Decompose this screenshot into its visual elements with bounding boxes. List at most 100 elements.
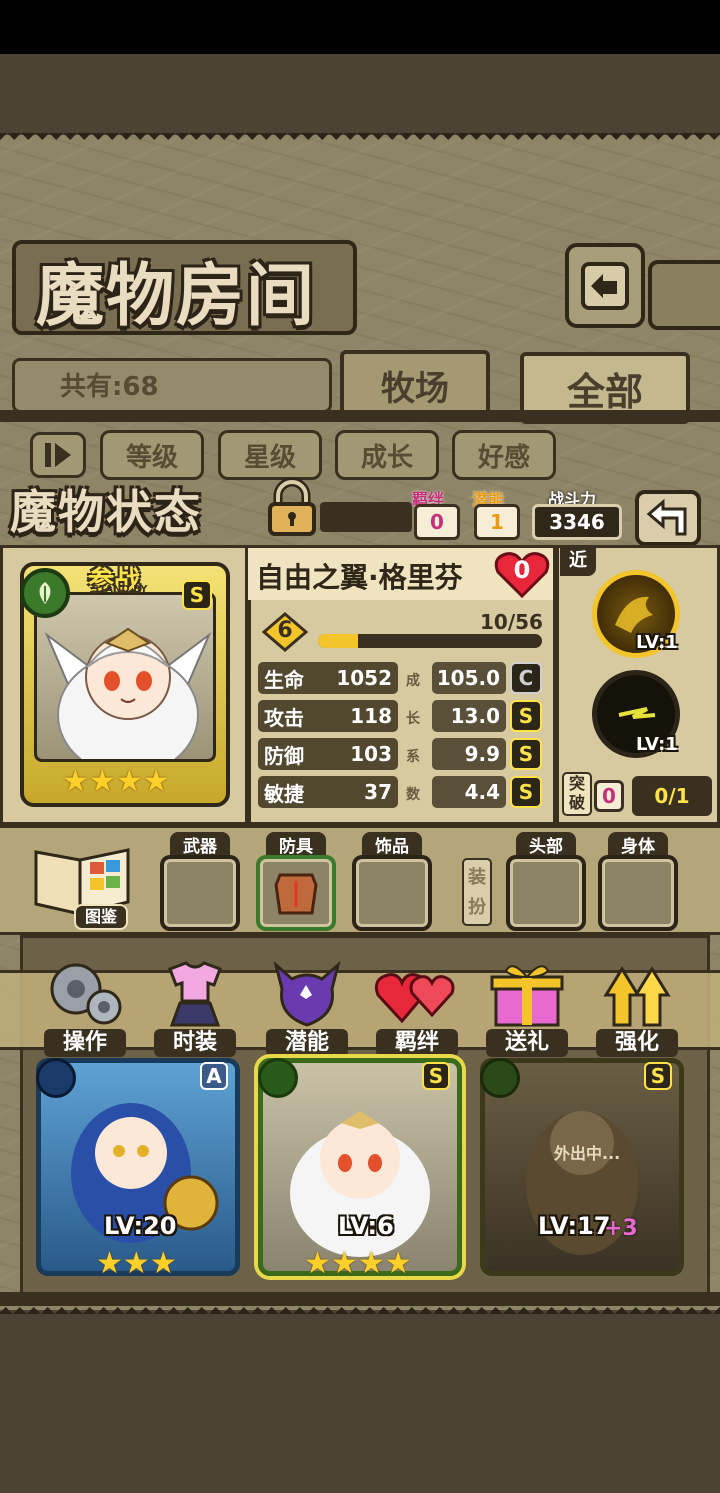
stat-row-hp: 生命 1052 xyxy=(258,662,398,694)
card-rank: S xyxy=(644,1062,672,1090)
breakthrough-progress[interactable]: 0/1 xyxy=(632,776,712,816)
card-stars: ★ ★ ★ xyxy=(96,1246,177,1281)
gear-icon xyxy=(50,963,122,1025)
costume-label: 时装 xyxy=(154,1029,236,1057)
bond-value: 0 xyxy=(414,504,460,540)
power-value: 3346 xyxy=(532,504,622,540)
bottom-border xyxy=(0,1292,720,1306)
body-slot[interactable] xyxy=(598,855,678,931)
element-badge xyxy=(20,568,70,618)
accessory-slot[interactable] xyxy=(352,855,432,931)
potential-value: 1 xyxy=(474,504,520,540)
torn-edge-top xyxy=(0,133,720,147)
star-icon: ★ xyxy=(142,764,170,799)
growth-grade-atk: S xyxy=(510,700,542,732)
armor-slot[interactable] xyxy=(256,855,336,931)
growth-grade-agi: S xyxy=(510,776,542,808)
card-stars: ★ ★ ★ ★ xyxy=(304,1246,412,1281)
stat-value: 37 xyxy=(364,780,392,804)
dress-label: 装 扮 xyxy=(462,858,492,926)
body-slot-label: 身体 xyxy=(608,832,668,857)
status-filler xyxy=(320,502,412,532)
standby-sublabel: STAND BY xyxy=(92,584,148,595)
side-tab xyxy=(648,260,720,330)
lock-button[interactable] xyxy=(262,478,322,538)
breakthrough-value: 0 xyxy=(594,780,624,812)
breakthrough-label-1: 突 xyxy=(568,774,585,793)
leaf-element-icon xyxy=(258,1058,298,1098)
star-icon: ★ xyxy=(62,764,89,799)
growth-label-1: 成 xyxy=(406,673,420,689)
stat-row-agi: 敏捷 37 xyxy=(258,776,398,808)
star-icon: ★ xyxy=(357,1246,385,1281)
enhance-button[interactable]: 强化 xyxy=(592,955,682,1057)
operate-label: 操作 xyxy=(44,1029,126,1057)
leaf-element-icon xyxy=(39,582,51,604)
return-arrow-icon xyxy=(646,498,687,536)
enhance-label: 强化 xyxy=(596,1029,678,1057)
star-icon: ★ xyxy=(304,1246,331,1281)
sort-level-button[interactable]: 等级 xyxy=(100,430,204,480)
potential-button[interactable]: 潜能 xyxy=(262,955,352,1057)
exp-bar-fill xyxy=(318,634,359,648)
breakthrough-label: 突 破 xyxy=(562,772,592,816)
stat-label: 攻击 xyxy=(264,705,304,730)
accessory-slot-label: 饰品 xyxy=(362,832,422,857)
potential-label: 潜能 xyxy=(266,1029,348,1057)
costume-icon xyxy=(168,961,222,1027)
growth-coef-hp: 105.0 xyxy=(432,662,506,694)
card-level: LV:20 xyxy=(104,1212,177,1240)
weapon-slot-label: 武器 xyxy=(170,832,230,857)
stat-label: 敏捷 xyxy=(264,781,304,806)
rank-badge: S xyxy=(182,580,212,610)
bond-button[interactable]: 羁绊 xyxy=(372,955,462,1057)
griffin-portrait-icon xyxy=(44,627,212,759)
return-button[interactable] xyxy=(635,490,701,546)
sort-stars-button[interactable]: 星级 xyxy=(218,430,322,480)
exp-bar xyxy=(318,634,542,648)
stat-label: 防御 xyxy=(264,743,304,768)
stat-label: 生命 xyxy=(264,667,304,692)
sort-growth-button[interactable]: 成长 xyxy=(335,430,439,480)
monster-portrait[interactable] xyxy=(34,592,216,762)
range-label: 近 xyxy=(560,546,596,576)
star-icon: ★ xyxy=(330,1246,358,1281)
gift-label: 送礼 xyxy=(486,1029,568,1057)
dress-label-2: 扮 xyxy=(468,897,486,918)
monster-name: 自由之翼·格里芬 xyxy=(256,561,463,594)
dress-label-1: 装 xyxy=(468,867,486,888)
total-count: 共有:68 xyxy=(60,372,159,402)
stat-value: 1052 xyxy=(336,666,392,690)
sort-toggle[interactable] xyxy=(30,432,86,478)
growth-coef-agi: 4.4 xyxy=(432,776,506,808)
head-slot[interactable] xyxy=(506,855,586,931)
weapon-slot[interactable] xyxy=(160,855,240,931)
back-button[interactable] xyxy=(565,243,645,328)
leaf-element-icon xyxy=(480,1058,520,1098)
catalog-label: 图鉴 xyxy=(74,904,128,930)
status-title: 魔物状态 xyxy=(10,485,202,539)
card-rank: S xyxy=(422,1062,450,1090)
divider xyxy=(0,410,720,422)
star-icon: ★ xyxy=(149,1246,177,1281)
card-level-bonus: +3 xyxy=(604,1216,638,1241)
operate-button[interactable]: 操作 xyxy=(40,955,130,1057)
stat-row-def: 防御 103 xyxy=(258,738,398,770)
star-icon: ★ xyxy=(384,1246,412,1281)
armor-slot-label: 防具 xyxy=(266,832,326,857)
card-status: 外出中... xyxy=(554,1144,621,1163)
gift-button[interactable]: 送礼 xyxy=(482,955,572,1057)
water-element-icon xyxy=(36,1058,76,1098)
star-icon: ★ xyxy=(122,1246,150,1281)
growth-coef-def: 9.9 xyxy=(432,738,506,770)
breakthrough-label-2: 破 xyxy=(568,793,585,812)
growth-grade-def: S xyxy=(510,738,542,770)
sort-order-icon xyxy=(45,443,71,467)
upgrade-arrows-icon xyxy=(603,966,671,1027)
hearts-icon xyxy=(374,973,455,1024)
costume-button[interactable]: 时装 xyxy=(150,955,240,1057)
sort-affection-button[interactable]: 好感 xyxy=(452,430,556,480)
growth-coef-atk: 13.0 xyxy=(432,700,506,732)
page-title: 魔物房间 xyxy=(36,257,317,336)
stat-value: 103 xyxy=(350,742,392,766)
